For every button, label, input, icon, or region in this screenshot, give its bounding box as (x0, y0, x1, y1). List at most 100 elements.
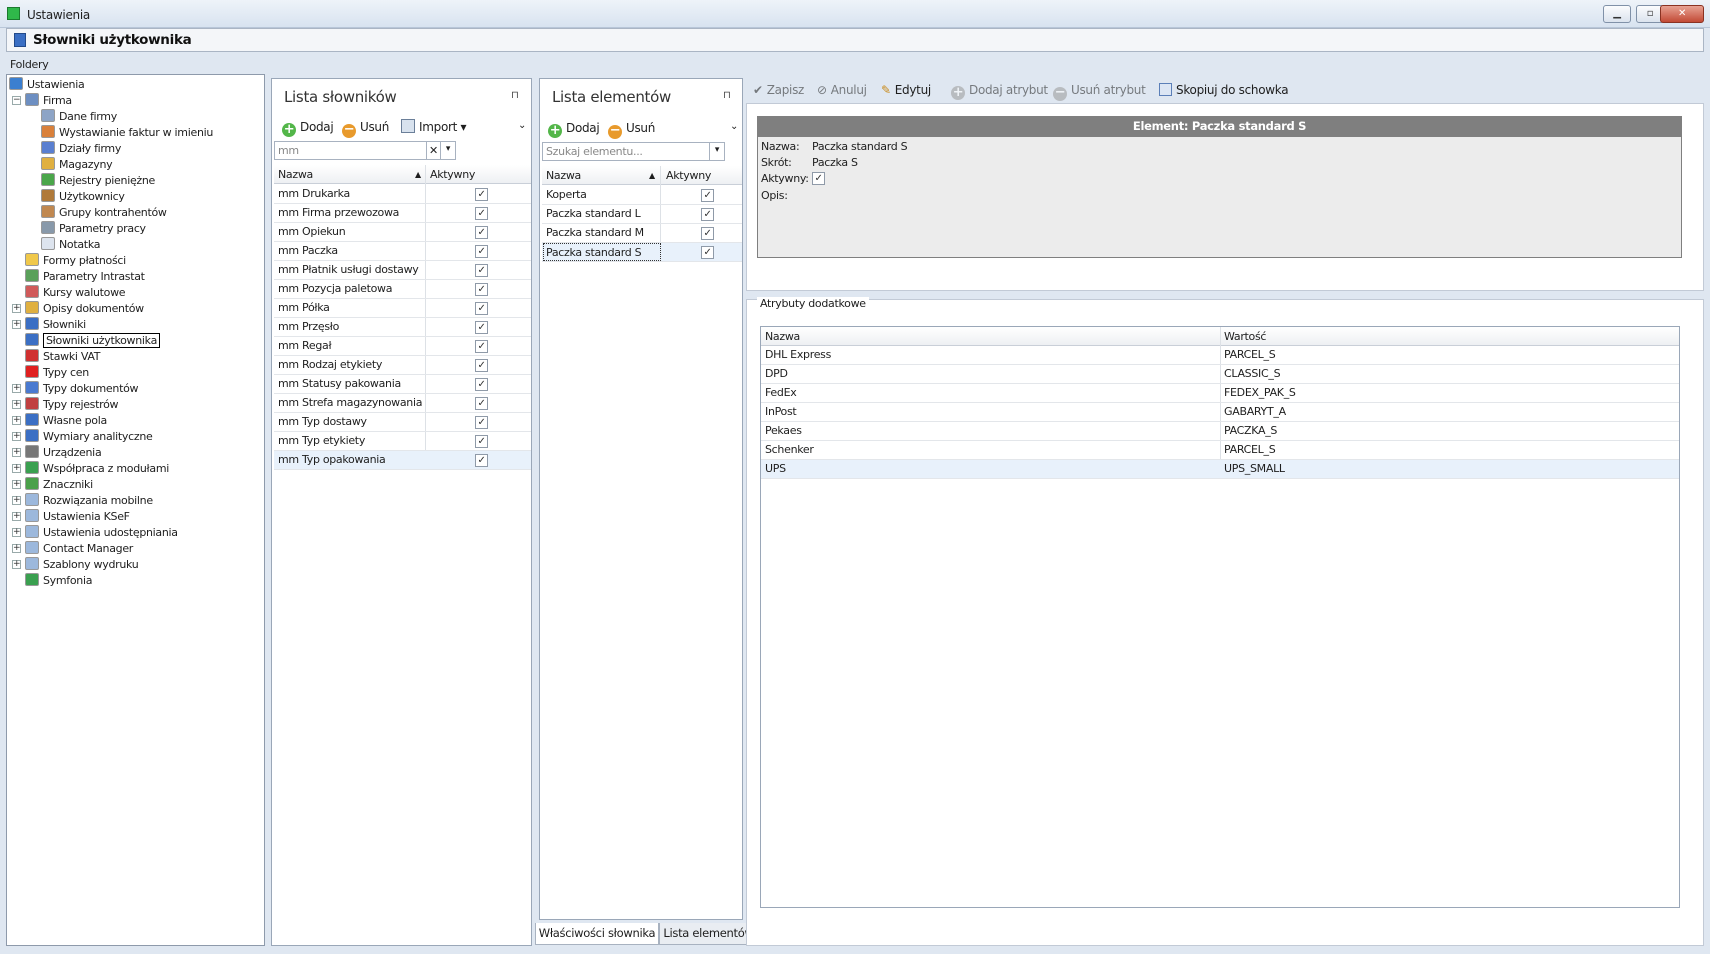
copy-to-clipboard-button[interactable]: Skopiuj do schowka (1159, 81, 1289, 99)
tab-dictionary-properties[interactable]: Właściwości słownika (535, 923, 659, 945)
table-row[interactable]: mm Regał ✓ (274, 337, 531, 356)
close-button[interactable]: ✕ (1660, 5, 1704, 23)
active-checkbox[interactable]: ✓ (475, 226, 488, 239)
pin-icon[interactable]: ⊓ (511, 90, 519, 101)
tree-item[interactable]: Wymiary analityczne (25, 429, 153, 445)
tree-item[interactable]: Parametry Intrastat (25, 269, 145, 285)
table-row[interactable]: Koperta ✓ (542, 186, 742, 205)
table-row[interactable]: mm Paczka ✓ (274, 242, 531, 261)
active-checkbox[interactable]: ✓ (475, 283, 488, 296)
tree-item[interactable]: Użytkownicy (41, 189, 125, 205)
table-row[interactable]: mm Pozycja paletowa ✓ (274, 280, 531, 299)
active-checkbox[interactable]: ✓ (475, 264, 488, 277)
table-row[interactable]: Paczka standard S ✓ (542, 243, 742, 262)
tab-elements-list[interactable]: Lista elementów (659, 923, 758, 945)
tree-item[interactable]: Szablony wydruku (25, 557, 139, 573)
table-row[interactable]: mm Płatnik usługi dostawy ✓ (274, 261, 531, 280)
tree-expander[interactable]: + (12, 528, 21, 537)
tree-item[interactable]: Stawki VAT (25, 349, 100, 365)
minimize-button[interactable]: ▁ (1603, 5, 1631, 23)
table-row[interactable]: mm Strefa magazynowania ✓ (274, 394, 531, 413)
tree-expander[interactable]: + (12, 496, 21, 505)
tree-item[interactable]: Grupy kontrahentów (41, 205, 167, 221)
chevron-down-icon[interactable]: ⌄ (730, 121, 738, 132)
tree-item[interactable]: Rozwiązania mobilne (25, 493, 153, 509)
dict-add-button[interactable]: + Dodaj (282, 118, 334, 137)
active-checkbox[interactable]: ✓ (475, 321, 488, 334)
table-row[interactable]: Schenker PARCEL_S (761, 441, 1679, 460)
table-row[interactable]: InPost GABARYT_A (761, 403, 1679, 422)
tree-item[interactable]: Słowniki użytkownika (25, 333, 161, 349)
active-checkbox[interactable]: ✓ (701, 227, 714, 240)
tree-item[interactable]: Formy płatności (25, 253, 126, 269)
tree-expander[interactable]: + (12, 304, 21, 313)
tree-item[interactable]: Parametry pracy (41, 221, 146, 237)
table-row[interactable]: mm Statusy pakowania ✓ (274, 375, 531, 394)
cancel-button[interactable]: ⊘ Anuluj (817, 81, 867, 99)
tree-expander[interactable]: + (12, 448, 21, 457)
search-dropdown-button[interactable]: ▾ (440, 141, 456, 160)
active-checkbox[interactable]: ✓ (475, 378, 488, 391)
tree-expander[interactable]: + (12, 320, 21, 329)
dict-remove-button[interactable]: − Usuń (342, 118, 389, 138)
table-row[interactable]: mm Rodzaj etykiety ✓ (274, 356, 531, 375)
tree-item[interactable]: Własne pola (25, 413, 107, 429)
active-checkbox[interactable]: ✓ (475, 435, 488, 448)
elem-add-button[interactable]: + Dodaj (548, 119, 600, 138)
tree-item[interactable]: Ustawienia KSeF (25, 509, 130, 525)
active-checkbox[interactable]: ✓ (475, 302, 488, 315)
save-button[interactable]: ✔ Zapisz (753, 81, 804, 99)
tree-item[interactable]: Słowniki (25, 317, 86, 333)
tree-item[interactable]: Symfonia (25, 573, 92, 589)
tree-item[interactable]: Znaczniki (25, 477, 93, 493)
tree-item[interactable]: Contact Manager (25, 541, 133, 557)
pin-icon[interactable]: ⊓ (723, 90, 731, 101)
tree-item[interactable]: Współpraca z modułami (25, 461, 169, 477)
active-checkbox[interactable]: ✓ (701, 189, 714, 202)
active-checkbox[interactable]: ✓ (475, 454, 488, 467)
table-row[interactable]: mm Typ etykiety ✓ (274, 432, 531, 451)
table-row[interactable]: UPS UPS_SMALL (761, 460, 1679, 479)
table-row[interactable]: mm Opiekun ✓ (274, 223, 531, 242)
elem-remove-button[interactable]: − Usuń (608, 119, 655, 139)
tree-expander[interactable]: + (12, 512, 21, 521)
col-active-header[interactable]: Aktywny (666, 169, 711, 182)
table-row[interactable]: mm Półka ✓ (274, 299, 531, 318)
table-row[interactable]: mm Przęsło ✓ (274, 318, 531, 337)
table-row[interactable]: FedEx FEDEX_PAK_S (761, 384, 1679, 403)
col-name-header[interactable]: Nazwa (765, 330, 800, 343)
active-checkbox[interactable]: ✓ (701, 246, 714, 259)
col-name-header[interactable]: Nazwa (278, 168, 313, 181)
active-checkbox[interactable]: ✓ (475, 359, 488, 372)
tree-item[interactable]: Dane firmy (41, 109, 117, 125)
tree-expander[interactable]: + (12, 544, 21, 553)
active-checkbox[interactable]: ✓ (475, 188, 488, 201)
tree-item[interactable]: Działy firmy (41, 141, 121, 157)
tree-item[interactable]: Notatka (41, 237, 100, 253)
table-row[interactable]: Pekaes PACZKA_S (761, 422, 1679, 441)
table-row[interactable]: Paczka standard L ✓ (542, 205, 742, 224)
tree-item[interactable]: Rejestry pieniężne (41, 173, 155, 189)
tree-item[interactable]: Ustawienia (9, 77, 85, 93)
col-active-header[interactable]: Aktywny (430, 168, 475, 181)
clear-search-button[interactable]: ✕ (426, 141, 441, 160)
tree-expander[interactable]: + (12, 560, 21, 569)
active-checkbox[interactable]: ✓ (475, 245, 488, 258)
tree-item[interactable]: Firma (25, 93, 72, 109)
col-name-header[interactable]: Nazwa (546, 169, 581, 182)
tree-expander[interactable]: + (12, 400, 21, 409)
dict-search-input[interactable]: mm (274, 141, 427, 160)
tree-item[interactable]: Kursy walutowe (25, 285, 126, 301)
tree-item[interactable]: Typy cen (25, 365, 89, 381)
tree-expander[interactable]: + (12, 464, 21, 473)
tree-item[interactable]: Typy rejestrów (25, 397, 119, 413)
tree-expander[interactable]: + (12, 416, 21, 425)
active-checkbox[interactable]: ✓ (475, 416, 488, 429)
elem-search-input[interactable]: Szukaj elementu... (542, 142, 710, 161)
tree-item[interactable]: Opisy dokumentów (25, 301, 144, 317)
table-row[interactable]: Paczka standard M ✓ (542, 224, 742, 243)
table-row[interactable]: DHL Express PARCEL_S (761, 346, 1679, 365)
tree-item[interactable]: Wystawianie faktur w imieniu (41, 125, 213, 141)
table-row[interactable]: mm Drukarka ✓ (274, 185, 531, 204)
active-checkbox[interactable]: ✓ (475, 207, 488, 220)
